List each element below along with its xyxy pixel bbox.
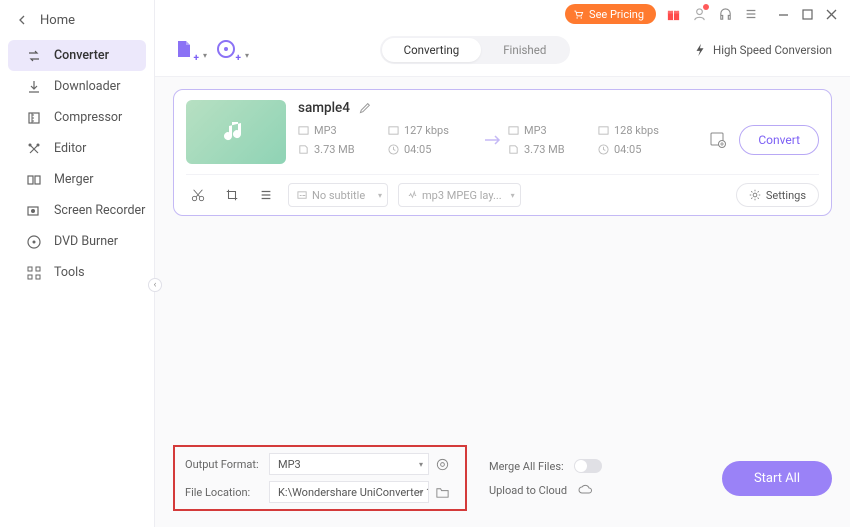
home-label: Home [40,13,75,28]
minimize-button[interactable] [776,7,790,21]
file-name: sample4 [298,100,350,116]
cart-icon [573,9,584,20]
user-icon[interactable] [690,5,708,23]
merger-icon [26,172,42,188]
file-list: sample4 MP3 3.73 MB 127 kbps 04:05 [155,77,850,435]
merge-label: Merge All Files: [489,460,564,473]
settings-label: Settings [766,189,806,202]
nav-screen-recorder[interactable]: Screen Recorder [8,195,146,226]
home-nav[interactable]: Home [0,0,154,40]
convert-button[interactable]: Convert [739,125,819,155]
downloader-icon [26,79,42,95]
nav-label: Converter [54,48,109,63]
src-duration: 04:05 [388,143,478,156]
nav-dvd-burner[interactable]: DVD Burner [8,226,146,257]
titlebar: See Pricing [155,0,850,28]
nav-label: Merger [54,172,94,187]
start-all-button[interactable]: Start All [722,461,832,496]
src-format: MP3 [298,124,388,137]
compressor-icon [26,110,42,126]
file-card: sample4 MP3 3.73 MB 127 kbps 04:05 [173,89,832,216]
more-icon[interactable] [254,183,278,207]
src-bitrate: 127 kbps [388,124,478,137]
maximize-button[interactable] [800,7,814,21]
nav-label: Compressor [54,110,122,125]
high-speed-label: High Speed Conversion [713,43,832,57]
subtitle-dropdown[interactable]: No subtitle▾ [288,183,388,207]
merge-toggle[interactable] [574,459,602,473]
nav-tools[interactable]: Tools [8,257,146,288]
headset-icon[interactable] [716,5,734,23]
dst-bitrate: 128 kbps [598,124,688,137]
upload-label: Upload to Cloud [489,484,567,497]
file-location-dropdown[interactable]: K:\Wondershare UniConverter 1▾ [269,481,429,503]
high-speed-toggle[interactable]: High Speed Conversion [693,43,832,57]
output-settings-box: Output Format: MP3▾ File Location: K:\Wo… [173,445,467,511]
add-file-button[interactable]: +▾ [173,38,197,62]
main-area: See Pricing +▾ +▾ Converting [155,0,850,527]
output-format-label: Output Format: [185,458,263,471]
file-location-label: File Location: [185,486,263,499]
nav-downloader[interactable]: Downloader [8,71,146,102]
output-format-dropdown[interactable]: MP3▾ [269,453,429,475]
window-controls [776,7,838,21]
rename-icon[interactable] [358,102,371,115]
cloud-icon[interactable] [577,483,593,497]
nav-label: Screen Recorder [54,203,145,218]
nav-converter[interactable]: Converter [8,40,146,71]
disc-icon [215,38,237,60]
recorder-icon [26,203,42,219]
converter-icon [26,48,42,64]
dst-format: MP3 [508,124,598,137]
file-settings-icon[interactable] [709,131,727,149]
lightning-icon [693,43,707,57]
trim-icon[interactable] [186,183,210,207]
audio-value: mp3 MPEG lay... [422,189,502,202]
footer: Output Format: MP3▾ File Location: K:\Wo… [155,435,850,527]
close-button[interactable] [824,7,838,21]
src-size: 3.73 MB [298,143,388,156]
gear-icon [749,189,761,201]
dvd-icon [26,234,42,250]
nav-label: Downloader [54,79,121,94]
sidebar-collapse[interactable]: ‹ [148,278,162,292]
menu-icon[interactable] [742,5,760,23]
open-folder-icon[interactable] [435,485,455,500]
settings-button[interactable]: Settings [736,183,819,207]
nav-editor[interactable]: Editor [8,133,146,164]
audio-dropdown[interactable]: mp3 MPEG lay...▾ [398,183,521,207]
sidebar: Home Converter Downloader Compressor Edi… [0,0,155,527]
nav-label: Editor [54,141,86,156]
pricing-label: See Pricing [589,8,644,21]
output-settings-icon[interactable] [435,457,455,472]
see-pricing-button[interactable]: See Pricing [565,4,656,24]
nav-merger[interactable]: Merger [8,164,146,195]
crop-icon[interactable] [220,183,244,207]
tab-finished[interactable]: Finished [481,38,568,62]
nav-label: DVD Burner [54,234,118,249]
subtitle-value: No subtitle [312,189,365,202]
nav-compressor[interactable]: Compressor [8,102,146,133]
dst-size: 3.73 MB [508,143,598,156]
back-icon [18,15,28,25]
dst-duration: 04:05 [598,143,688,156]
toolbar: +▾ +▾ Converting Finished High Speed Con… [155,28,850,77]
editor-icon [26,141,42,157]
file-thumbnail[interactable] [186,100,286,164]
tab-converting[interactable]: Converting [382,38,482,62]
music-note-icon [220,116,252,148]
nav-label: Tools [54,265,85,280]
file-icon [173,38,195,60]
gift-icon[interactable] [664,5,682,23]
tools-icon [26,265,42,281]
status-tabs: Converting Finished [380,36,571,64]
add-dvd-button[interactable]: +▾ [215,38,239,62]
arrow-icon [478,133,508,147]
